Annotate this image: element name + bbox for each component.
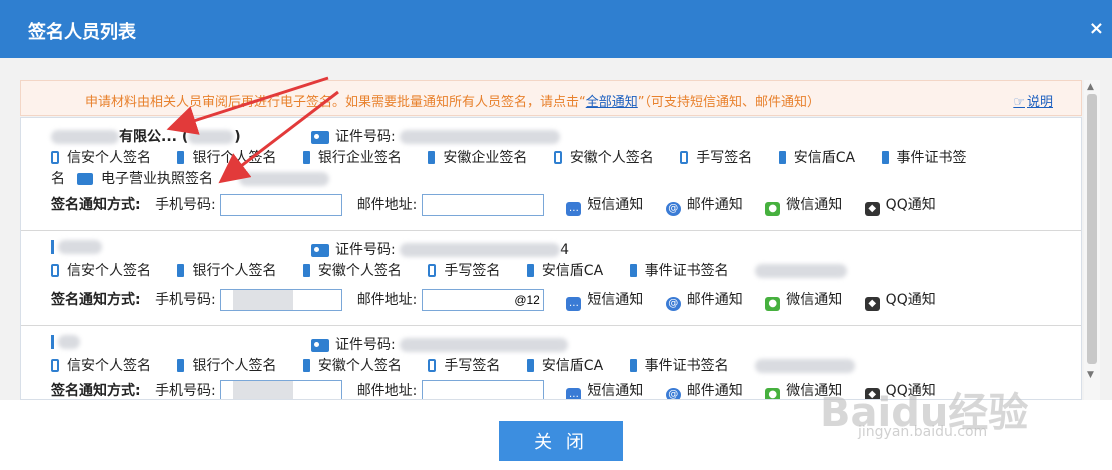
- annotation-arrow: [166, 76, 329, 135]
- watermark-url: jingyan.baidu.com: [858, 424, 988, 440]
